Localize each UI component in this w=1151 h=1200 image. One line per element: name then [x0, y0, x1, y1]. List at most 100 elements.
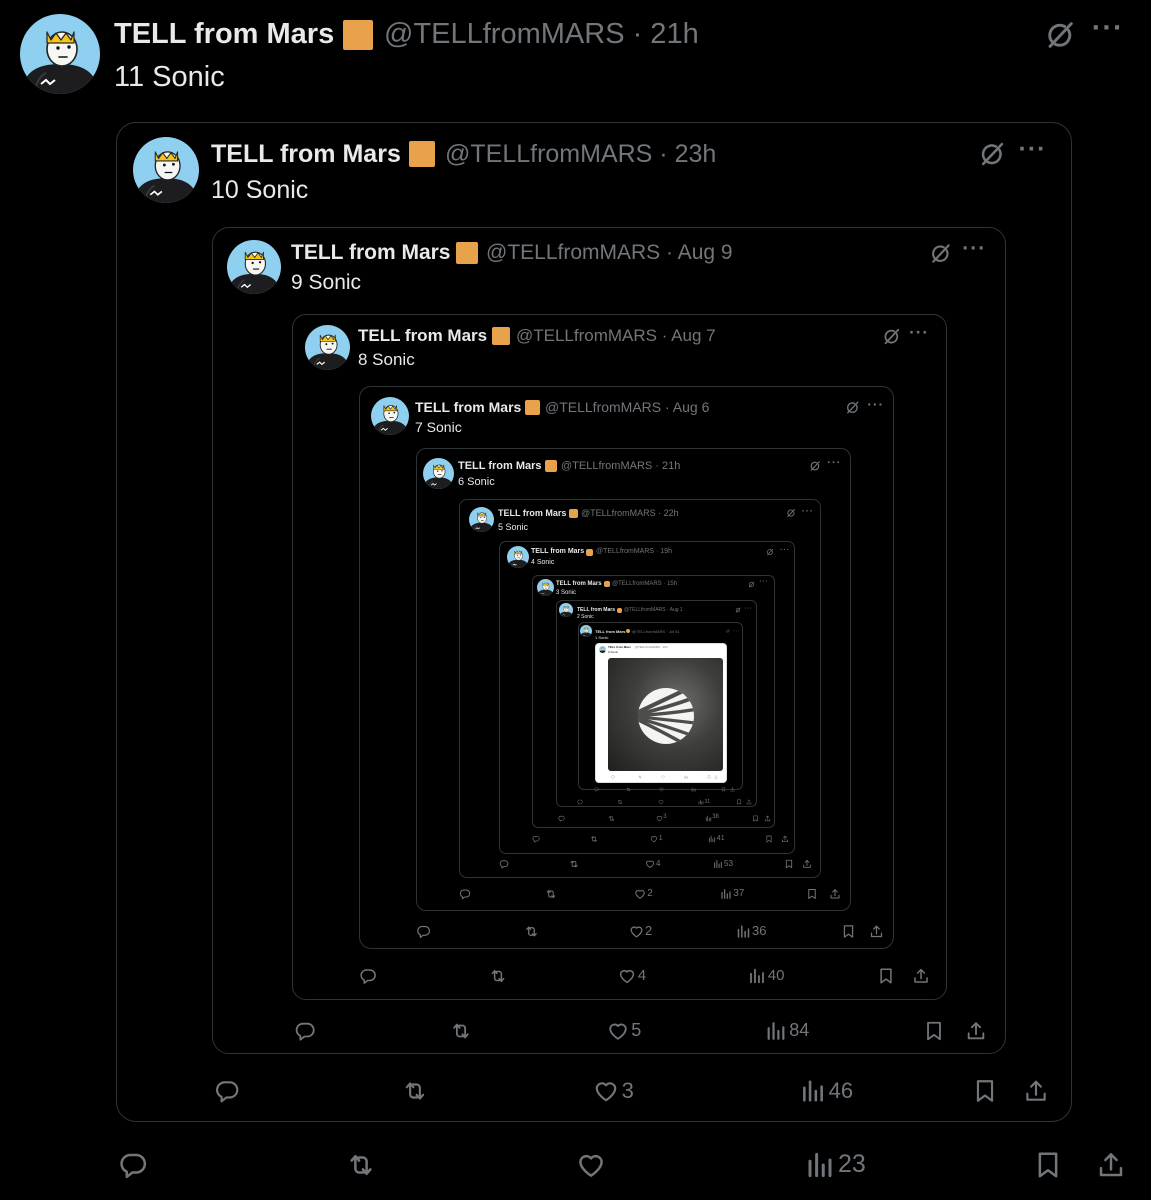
post-1-handle[interactable]: @TELLfromMARS · 21h [384, 18, 699, 51]
post-6-views-icon[interactable] [720, 888, 732, 900]
post-10-reply-icon[interactable] [577, 799, 583, 805]
post-5-avatar[interactable] [371, 397, 409, 435]
post-3-views-icon[interactable] [765, 1020, 787, 1042]
post-7-author-name[interactable]: TELL from Mars [498, 508, 566, 518]
post-2-grok-icon[interactable] [978, 140, 1006, 168]
post-6-author-name[interactable]: TELL from Mars [458, 460, 542, 472]
post-6-handle[interactable]: @TELLfromMARS · 21h [561, 460, 680, 472]
post-10-share-icon[interactable] [746, 799, 752, 805]
post-9-reply-icon[interactable] [558, 815, 565, 822]
post-6-reply-icon[interactable] [459, 888, 471, 900]
post-6-share-icon[interactable] [829, 888, 841, 900]
post-1-bookmark-icon[interactable] [1033, 1150, 1063, 1180]
post-7-retweet-icon[interactable] [569, 859, 579, 869]
post-3-share-icon[interactable] [965, 1020, 987, 1042]
post-2-views-icon[interactable] [800, 1078, 826, 1104]
post-0-reply-icon[interactable] [611, 775, 615, 779]
post-6-bookmark-icon[interactable] [806, 888, 818, 900]
post-0-like-icon[interactable] [661, 775, 665, 779]
post-9-bookmark-icon[interactable] [752, 815, 759, 822]
post-8-author-name[interactable]: TELL from Mars [531, 548, 584, 555]
post-8-handle[interactable]: @TELLfromMARS · 19h [596, 548, 672, 555]
post-11-handle[interactable]: @TELLfromMARS · Jul 31 [632, 629, 679, 634]
post-10-more-icon[interactable]: ··· [745, 606, 753, 612]
post-3-handle[interactable]: @TELLfromMARS · Aug 9 [486, 241, 733, 265]
post-0-views-icon[interactable] [684, 775, 688, 779]
post-5-share-icon[interactable] [869, 924, 884, 939]
post-5-views-icon[interactable] [736, 924, 751, 939]
post-7-views-icon[interactable] [713, 859, 723, 869]
post-8-share-icon[interactable] [781, 835, 789, 843]
post-5-author-name[interactable]: TELL from Mars [415, 399, 521, 415]
post-3-reply-icon[interactable] [294, 1020, 316, 1042]
post-9-views-icon[interactable] [705, 815, 712, 822]
post-10-like-icon[interactable] [658, 799, 664, 805]
post-2-author-name[interactable]: TELL from Mars [211, 140, 401, 169]
post-1-views-icon[interactable] [805, 1150, 835, 1180]
post-5-like-icon[interactable] [629, 924, 644, 939]
post-8-reply-icon[interactable] [532, 835, 540, 843]
post-11-like-icon[interactable] [659, 787, 664, 792]
post-10-bookmark-icon[interactable] [736, 799, 742, 805]
post-11-author-name[interactable]: TELL from Mars [595, 629, 625, 634]
post-10-handle[interactable]: @TELLfromMARS · Aug 1 [624, 607, 683, 613]
post-11-reply-icon[interactable] [593, 787, 599, 792]
post-10-avatar[interactable] [559, 603, 573, 617]
post-7-bookmark-icon[interactable] [784, 859, 794, 869]
post-1-author-name[interactable]: TELL from Mars [114, 18, 334, 51]
post-3-more-icon[interactable]: ··· [962, 237, 986, 261]
post-4-share-icon[interactable] [912, 967, 930, 985]
post-11-views-icon[interactable] [691, 786, 696, 792]
post-3-author-name[interactable]: TELL from Mars [291, 241, 450, 265]
post-0-bookmark-icon[interactable] [707, 775, 711, 779]
post-2-like-icon[interactable] [593, 1078, 619, 1104]
post-10-grok-icon[interactable] [735, 607, 741, 613]
post-2-handle[interactable]: @TELLfromMARS · 23h [445, 140, 716, 169]
post-9-author-name[interactable]: TELL from Mars [556, 581, 602, 587]
post-9-share-icon[interactable] [764, 815, 771, 822]
post-7-avatar[interactable] [469, 507, 494, 532]
post-6-more-icon[interactable]: ··· [827, 457, 841, 469]
post-5-handle[interactable]: @TELLfromMARS · Aug 6 [545, 399, 709, 415]
post-5-more-icon[interactable]: ··· [867, 396, 884, 412]
post-1-retweet-icon[interactable] [346, 1150, 376, 1180]
post-3-like-icon[interactable] [607, 1020, 629, 1042]
post-11-more-icon[interactable]: ··· [733, 628, 740, 633]
post-4-more-icon[interactable]: ··· [909, 323, 929, 343]
post-11-avatar[interactable] [580, 625, 592, 637]
post-3-retweet-icon[interactable] [450, 1020, 472, 1042]
post-7-reply-icon[interactable] [499, 859, 509, 869]
post-5-reply-icon[interactable] [416, 924, 431, 939]
post-1-like-icon[interactable] [576, 1150, 606, 1180]
post-3-avatar[interactable] [227, 240, 281, 294]
post-9-handle[interactable]: @TELLfromMARS · 15h [612, 581, 677, 587]
post-7-grok-icon[interactable] [786, 508, 796, 518]
post-11-grok-icon[interactable] [726, 629, 730, 633]
post-1-grok-icon[interactable] [1044, 19, 1076, 51]
post-10-author-name[interactable]: TELL from Mars [577, 607, 615, 613]
post-3-bookmark-icon[interactable] [923, 1020, 945, 1042]
post-6-avatar[interactable] [423, 458, 454, 489]
post-4-reply-icon[interactable] [359, 967, 377, 985]
post-2-avatar[interactable] [133, 137, 199, 203]
post-4-avatar[interactable] [305, 325, 350, 370]
post-5-retweet-icon[interactable] [524, 924, 539, 939]
post-3-grok-icon[interactable] [929, 242, 952, 265]
post-10-retweet-icon[interactable] [617, 799, 623, 805]
post-2-share-icon[interactable] [1023, 1078, 1049, 1104]
post-9-grok-icon[interactable] [748, 581, 755, 588]
post-8-grok-icon[interactable] [766, 548, 774, 556]
post-4-handle[interactable]: @TELLfromMARS · Aug 7 [516, 326, 716, 346]
post-9-more-icon[interactable]: ··· [760, 579, 769, 585]
post-1-share-icon[interactable] [1096, 1150, 1126, 1180]
post-5-bookmark-icon[interactable] [841, 924, 856, 939]
post-0-avatar[interactable] [599, 646, 606, 653]
post-11-bookmark-icon[interactable] [721, 786, 726, 792]
post-1-more-icon[interactable]: ··· [1092, 12, 1124, 45]
post-0-share-icon[interactable] [714, 775, 718, 779]
post-2-more-icon[interactable]: ··· [1019, 135, 1047, 164]
post-1-avatar[interactable] [20, 14, 100, 94]
post-6-like-icon[interactable] [634, 888, 646, 900]
post-11-share-icon[interactable] [730, 787, 735, 792]
post-10-views-icon[interactable] [698, 799, 704, 805]
